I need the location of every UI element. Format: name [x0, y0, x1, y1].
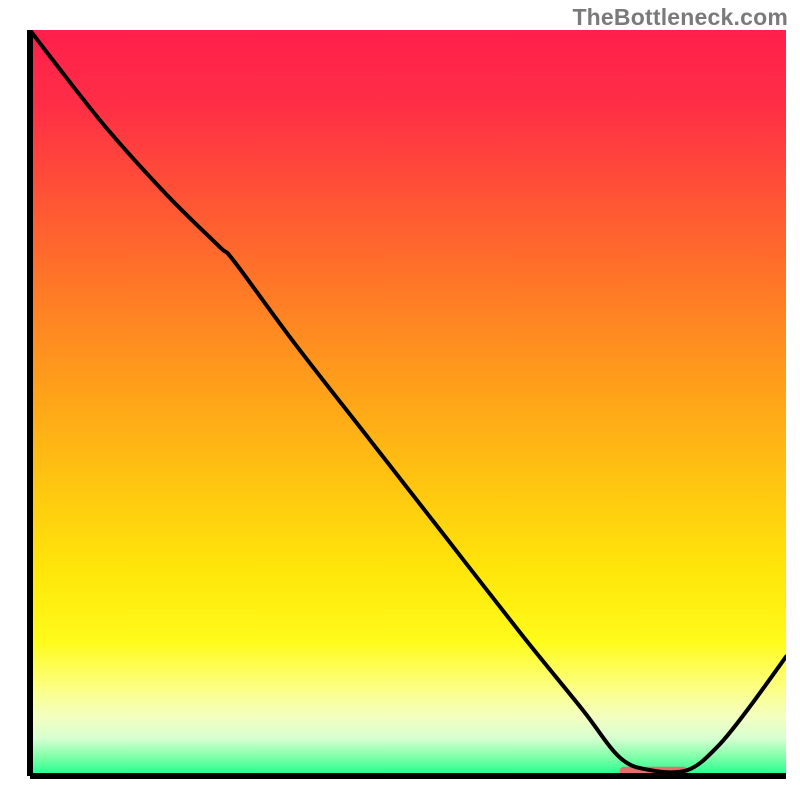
bottleneck-chart: [0, 0, 800, 800]
chart-container: TheBottleneck.com: [0, 0, 800, 800]
plot-background: [30, 30, 786, 776]
